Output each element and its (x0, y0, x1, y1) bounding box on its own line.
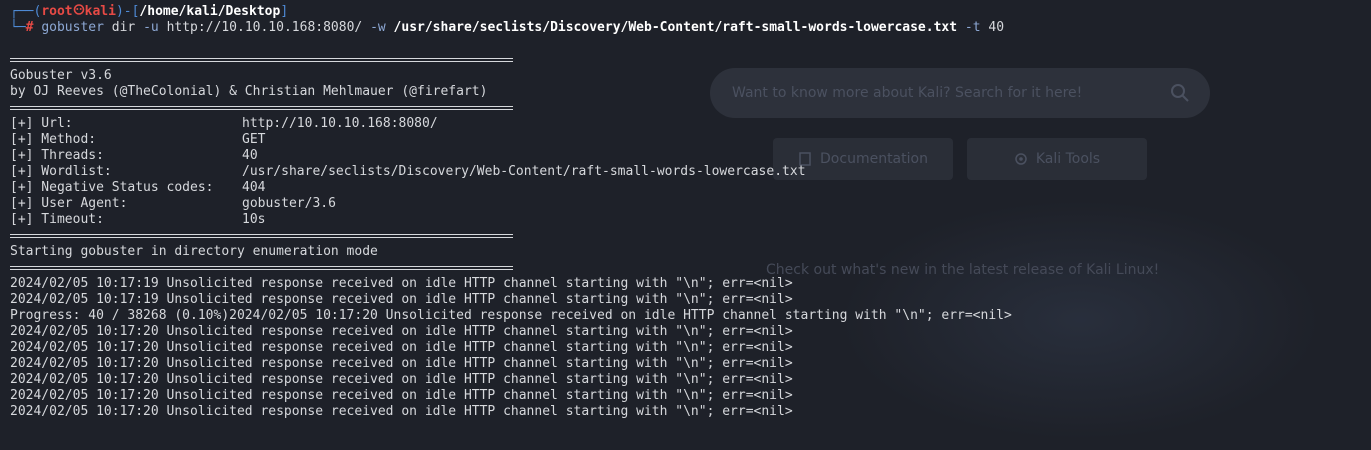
config-row: [+] Wordlist: /usr/share/seclists/Discove… (10, 164, 1371, 180)
prompt-path: /home/kali/Desktop (139, 4, 281, 19)
config-key: [+] Wordlist: (10, 164, 112, 179)
output-line: 2024/02/05 10:17:19 Unsolicited response… (10, 276, 793, 291)
command-flag-w: -w (370, 20, 386, 35)
config-value: http://10.10.10.168:8080/ (242, 116, 438, 131)
output-line: 2024/02/05 10:17:20 Unsolicited response… (10, 372, 793, 387)
separator (10, 52, 1371, 68)
config-row: [+] Negative Status codes: 404 (10, 180, 1371, 196)
prompt-corner-bottom: └─ (10, 20, 26, 35)
terminal-output[interactable]: ┌──(root kali)-[/home/kali/Desktop] └─# g… (0, 0, 1371, 419)
config-row: [+] User Agent: gobuster/3.6 (10, 196, 1371, 212)
prompt-bracket: )-[ (115, 4, 140, 19)
output-line: 2024/02/05 10:17:20 Unsolicited response… (10, 388, 793, 403)
config-value: GET (242, 132, 266, 147)
command-threads: 40 (988, 20, 1005, 35)
output-line: 2024/02/05 10:17:20 Unsolicited response… (10, 404, 793, 419)
config-row: [+] Timeout: 10s (10, 212, 1371, 228)
command-line: └─# gobuster dir -u http://10.10.10.168:… (10, 20, 1371, 36)
separator (10, 228, 1371, 244)
output-line: 2024/02/05 10:17:20 Unsolicited response… (10, 324, 793, 339)
prompt-bracket-close: ] (280, 4, 289, 19)
prompt-corner-top: ┌──( (10, 4, 42, 19)
output-line: Progress: 40 / 38268 (0.10%)2024/02/05 1… (10, 308, 1012, 323)
separator (10, 260, 1371, 276)
config-row: [+] Method: GET (10, 132, 1371, 148)
command-flag-t: -t (964, 20, 981, 35)
banner-authors: by OJ Reeves (@TheColonial) & Christian … (10, 84, 488, 99)
command-subcommand: dir (111, 20, 136, 35)
prompt-user: root (41, 4, 73, 19)
output-line: 2024/02/05 10:17:20 Unsolicited response… (10, 340, 793, 355)
separator (10, 100, 1371, 116)
command-program: gobuster (41, 20, 104, 35)
config-key: [+] Negative Status codes: (10, 180, 214, 195)
config-value: gobuster/3.6 (242, 196, 336, 211)
config-key: [+] User Agent: (10, 196, 128, 211)
config-value: /usr/share/seclists/Discovery/Web-Conten… (242, 164, 806, 179)
skull-icon (73, 4, 84, 15)
output-line: 2024/02/05 10:17:19 Unsolicited response… (10, 292, 793, 307)
config-key: [+] Method: (10, 132, 97, 147)
config-key: [+] Timeout: (10, 212, 104, 227)
command-url: http://10.10.10.168:8080/ (166, 20, 363, 35)
config-key: [+] Threads: (10, 148, 104, 163)
config-row: [+] Threads: 40 (10, 148, 1371, 164)
banner-version: Gobuster v3.6 (10, 68, 112, 83)
config-key: [+] Url: (10, 116, 73, 131)
command-flag-u: -u (143, 20, 159, 35)
prompt-line: ┌──(root kali)-[/home/kali/Desktop] (10, 4, 1371, 20)
output-line: 2024/02/05 10:17:20 Unsolicited response… (10, 356, 793, 371)
config-row: [+] Url: http://10.10.10.168:8080/ (10, 116, 1371, 132)
config-value: 40 (242, 148, 258, 163)
prompt-symbol: # (25, 20, 34, 35)
config-value: 404 (242, 180, 266, 195)
prompt-host: kali (84, 4, 116, 19)
mode-line: Starting gobuster in directory enumerati… (10, 244, 378, 259)
config-value: 10s (242, 212, 266, 227)
command-wordlist: /usr/share/seclists/Discovery/Web-Conten… (393, 20, 958, 35)
